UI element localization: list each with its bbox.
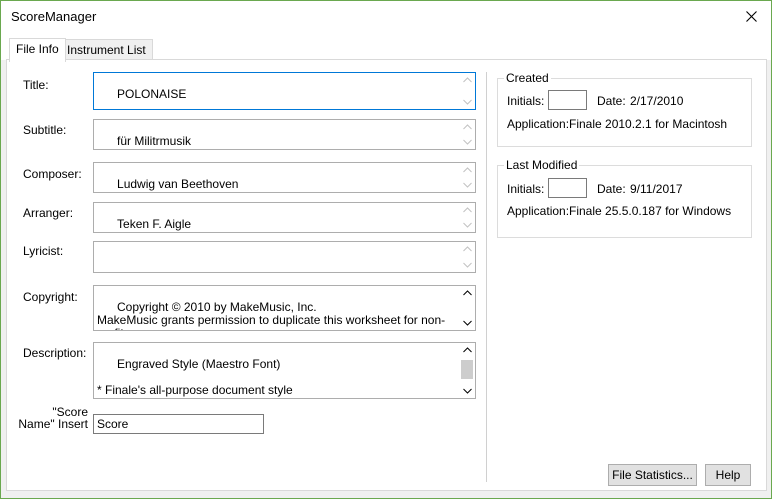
lyricist-field[interactable] <box>93 241 476 273</box>
subtitle-scrollbar[interactable] <box>459 120 475 149</box>
close-icon <box>745 11 757 22</box>
composer-scrollbar[interactable] <box>459 163 475 192</box>
modified-initials-input[interactable] <box>548 178 587 198</box>
modified-initials-label: Initials: <box>507 182 545 196</box>
arranger-scrollbar[interactable] <box>459 203 475 232</box>
chevron-up-icon[interactable] <box>461 344 473 356</box>
chevron-up-icon[interactable] <box>461 74 473 86</box>
last-modified-group: Last Modified Initials: Date: 9/11/2017 … <box>497 158 752 238</box>
subtitle-value: für Militrmusik <box>117 134 192 148</box>
score-name-insert-label: "Score Name" Insert <box>18 405 88 431</box>
created-initials-label: Initials: <box>507 94 545 108</box>
title-label: Title: <box>23 78 49 92</box>
modified-application-value: Finale 25.5.0.187 for Windows <box>569 204 732 218</box>
subtitle-field[interactable]: für Militrmusik <box>93 119 476 150</box>
created-application-value: Finale 2010.2.1 for Macintosh <box>569 117 728 131</box>
chevron-up-icon[interactable] <box>461 121 473 133</box>
score-manager-window: ScoreManager File Info Instrument List T… <box>0 0 772 499</box>
created-initials-input[interactable] <box>548 90 587 110</box>
description-field[interactable]: Engraved Style (Maestro Font) * Finale's… <box>93 342 476 399</box>
arranger-label: Arranger: <box>23 206 74 220</box>
copyright-field[interactable]: Copyright © 2010 by MakeMusic, Inc. Make… <box>93 285 476 331</box>
chevron-down-icon[interactable] <box>461 385 473 397</box>
file-info-panel: Title: POLONAISE Subtitle: für Militrmus… <box>6 59 767 491</box>
copyright-value: Copyright © 2010 by MakeMusic, Inc. Make… <box>97 300 446 331</box>
chevron-up-icon[interactable] <box>461 204 473 216</box>
copyright-label: Copyright: <box>23 290 78 304</box>
arranger-value: Teken F. Aigle <box>117 217 192 231</box>
chevron-up-icon[interactable] <box>461 287 473 299</box>
lyricist-scrollbar[interactable] <box>459 242 475 272</box>
title-bar: ScoreManager <box>1 1 771 32</box>
vertical-separator <box>486 72 487 482</box>
composer-field[interactable]: Ludwig van Beethoven <box>93 162 476 193</box>
help-button[interactable]: Help <box>705 464 751 486</box>
chevron-up-icon[interactable] <box>461 243 473 255</box>
last-modified-group-title: Last Modified <box>504 158 580 172</box>
close-button[interactable] <box>731 1 771 32</box>
description-scrollbar[interactable] <box>459 343 475 398</box>
chevron-down-icon[interactable] <box>461 136 473 148</box>
title-field[interactable]: POLONAISE <box>93 72 476 110</box>
tab-file-info[interactable]: File Info <box>9 38 66 62</box>
file-statistics-button[interactable]: File Statistics... <box>608 464 697 486</box>
composer-value: Ludwig van Beethoven <box>117 177 239 191</box>
arranger-field[interactable]: Teken F. Aigle <box>93 202 476 233</box>
description-scroll-thumb[interactable] <box>461 360 473 379</box>
modified-date-value: 9/11/2017 <box>630 182 683 196</box>
tab-instrument-list[interactable]: Instrument List <box>60 39 153 61</box>
title-scrollbar[interactable] <box>459 73 475 109</box>
lyricist-label: Lyricist: <box>23 244 64 258</box>
tab-strip: File Info Instrument List <box>1 32 771 62</box>
chevron-down-icon[interactable] <box>461 96 473 108</box>
chevron-down-icon[interactable] <box>461 259 473 271</box>
composer-label: Composer: <box>23 167 82 181</box>
chevron-up-icon[interactable] <box>461 164 473 176</box>
subtitle-label: Subtitle: <box>23 123 67 137</box>
score-name-insert-input[interactable]: Score <box>93 414 264 434</box>
description-label: Description: <box>23 346 87 360</box>
description-value: Engraved Style (Maestro Font) * Finale's… <box>97 357 293 397</box>
score-name-insert-value: Score <box>97 417 129 431</box>
modified-date-label: Date: <box>597 182 626 196</box>
created-date-label: Date: <box>597 94 626 108</box>
created-group: Created Initials: Date: 2/17/2010 Applic… <box>497 71 752 147</box>
created-date-value: 2/17/2010 <box>630 94 684 108</box>
created-group-title: Created <box>504 71 551 85</box>
chevron-down-icon[interactable] <box>461 219 473 231</box>
title-value: POLONAISE <box>117 87 187 101</box>
window-title: ScoreManager <box>11 9 97 24</box>
chevron-down-icon[interactable] <box>461 317 473 329</box>
created-application-label: Application: <box>507 117 570 131</box>
copyright-scrollbar[interactable] <box>459 286 475 330</box>
modified-application-label: Application: <box>507 204 570 218</box>
chevron-down-icon[interactable] <box>461 179 473 191</box>
